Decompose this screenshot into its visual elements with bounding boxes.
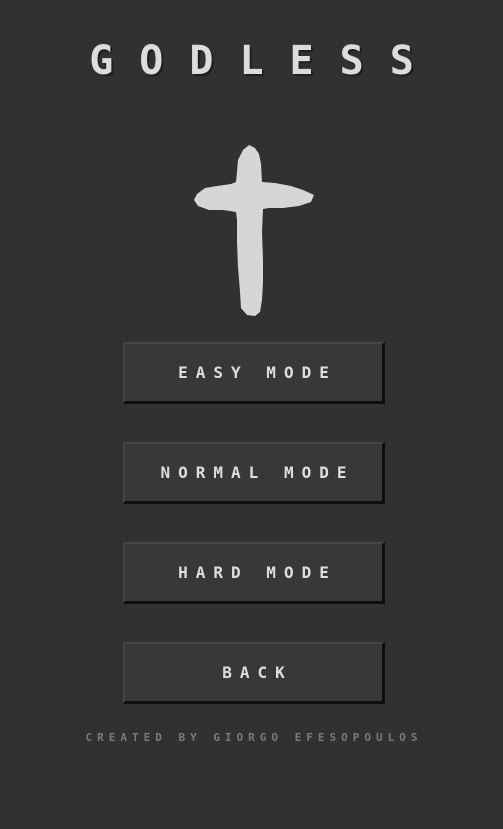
hard-mode-label: HARD MODE <box>178 563 337 582</box>
back-button[interactable]: BACK <box>123 642 385 704</box>
credits-text: CREATED BY GIORGO EFESOPOULOS <box>85 731 423 744</box>
cross-icon <box>194 145 314 316</box>
game-title: GODLESS <box>89 38 440 84</box>
normal-mode-label: NORMAL MODE <box>160 463 355 482</box>
hard-mode-button[interactable]: HARD MODE <box>123 542 385 604</box>
easy-mode-label: EASY MODE <box>178 363 337 382</box>
normal-mode-button[interactable]: NORMAL MODE <box>123 442 385 504</box>
back-label: BACK <box>222 663 293 682</box>
easy-mode-button[interactable]: EASY MODE <box>123 342 385 404</box>
